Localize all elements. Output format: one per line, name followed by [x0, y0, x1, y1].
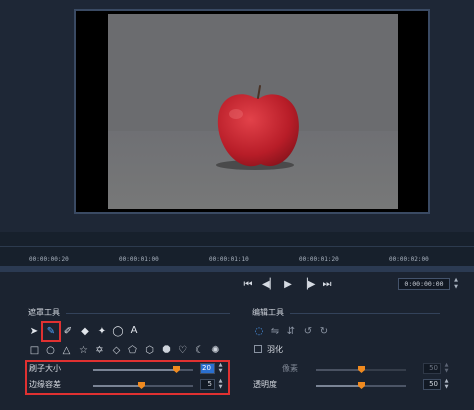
- heart-icon[interactable]: ♡: [177, 345, 188, 356]
- edge-tolerance-slider[interactable]: [93, 382, 193, 389]
- skip-forward-icon[interactable]: ⏭: [320, 278, 334, 292]
- smart-eraser-icon[interactable]: ✦: [96, 326, 108, 338]
- opacity-slider[interactable]: [316, 382, 406, 389]
- opacity-input[interactable]: 50: [423, 379, 441, 390]
- flip-vertical-icon[interactable]: ⇵: [285, 326, 297, 338]
- preview-frame: [74, 9, 430, 214]
- timeline-divider: [0, 246, 474, 247]
- preview-area: [0, 0, 474, 232]
- apple-image: [217, 85, 299, 167]
- edge-tolerance-label: 边缘容差: [29, 380, 61, 389]
- video-canvas[interactable]: [108, 14, 398, 209]
- opacity-label: 透明度: [253, 380, 277, 389]
- edge-tolerance-spinner[interactable]: ▲ ▼: [217, 378, 224, 390]
- eraser-icon[interactable]: ◆: [79, 326, 91, 338]
- crescent-icon[interactable]: ☾: [194, 345, 205, 356]
- step-back-icon[interactable]: ◀▏: [262, 278, 277, 292]
- brush-size-slider[interactable]: [93, 366, 193, 373]
- edit-tools-title: 编辑工具: [252, 308, 284, 317]
- triangle-icon[interactable]: △: [61, 345, 72, 356]
- lasso-icon[interactable]: ◯: [112, 326, 124, 338]
- play-icon[interactable]: ▶: [281, 278, 295, 292]
- octagon-icon[interactable]: ⯃: [161, 345, 172, 356]
- feather-label: 羽化: [267, 345, 283, 354]
- feather-checkbox[interactable]: [254, 345, 262, 353]
- opacity-fill: [316, 385, 361, 387]
- pixel-label: 像素: [282, 364, 298, 373]
- timecode-label: 00:00:00:20: [29, 256, 69, 263]
- brush-highlight: [41, 321, 61, 342]
- timecode-field[interactable]: 0:00:00:00: [398, 278, 450, 290]
- timecode-label: 00:00:02:00: [389, 256, 429, 263]
- brush-size-spinner[interactable]: ▲ ▼: [217, 362, 224, 374]
- diamond-icon[interactable]: ◇: [111, 345, 122, 356]
- timecode-spinner[interactable]: ▲ ▼: [452, 277, 460, 291]
- burst-icon[interactable]: ✺: [210, 345, 221, 356]
- pixel-slider[interactable]: [316, 366, 406, 373]
- rotate-right-icon[interactable]: ↻: [318, 326, 330, 338]
- star-icon[interactable]: ☆: [78, 345, 89, 356]
- mask-tools-rule: [66, 313, 230, 314]
- smart-brush-icon[interactable]: ✐: [62, 326, 74, 338]
- timecode-label: 00:00:01:10: [209, 256, 249, 263]
- pentagon-icon[interactable]: ⬠: [127, 345, 138, 356]
- brush-size-input[interactable]: 20: [200, 363, 215, 374]
- edit-tools-rule: [290, 313, 440, 314]
- edit-lasso-icon[interactable]: ◌: [253, 326, 265, 338]
- select-arrow-icon[interactable]: ➤: [28, 326, 40, 338]
- text-tool-icon[interactable]: A: [128, 325, 140, 337]
- opacity-spinner[interactable]: ▲ ▼: [443, 378, 450, 390]
- hexagon-icon[interactable]: ⬡: [144, 345, 155, 356]
- brush-size-fill: [93, 369, 176, 371]
- brush-size-label: 刷子大小: [29, 364, 61, 373]
- ellipse-icon[interactable]: ○: [45, 345, 56, 356]
- timecode-label: 00:00:01:20: [299, 256, 339, 263]
- step-forward-icon[interactable]: ▕▶: [300, 278, 315, 292]
- rectangle-icon[interactable]: □: [29, 345, 40, 356]
- mask-tools-title: 遮罩工具: [28, 308, 60, 317]
- pixel-fill: [316, 369, 361, 371]
- star-six-icon[interactable]: ✡: [94, 345, 105, 356]
- timecode-label: 00:00:01:00: [119, 256, 159, 263]
- flip-horizontal-icon[interactable]: ⇋: [269, 326, 281, 338]
- skip-back-icon[interactable]: ⏮: [241, 278, 255, 292]
- pixel-input[interactable]: 50: [423, 363, 441, 374]
- rotate-left-icon[interactable]: ↺: [302, 326, 314, 338]
- pixel-spinner[interactable]: ▲ ▼: [443, 362, 450, 374]
- edge-tolerance-input[interactable]: 5: [200, 379, 215, 390]
- edge-tolerance-fill: [93, 385, 141, 387]
